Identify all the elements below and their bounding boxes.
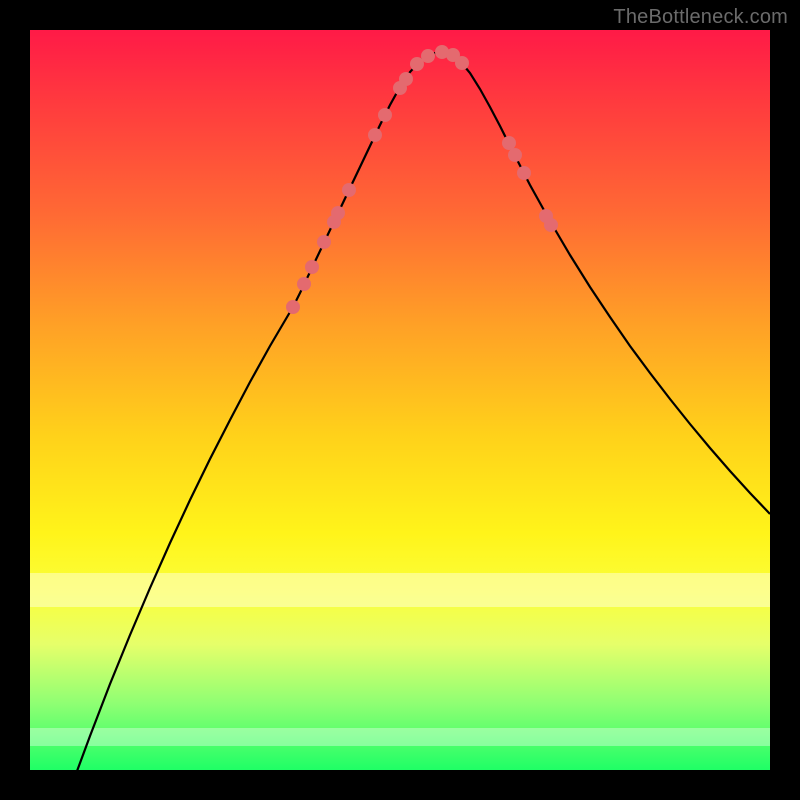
chart-frame: TheBottleneck.com — [0, 0, 800, 800]
curve-dot — [399, 72, 413, 86]
watermark-text: TheBottleneck.com — [613, 6, 788, 29]
curve-dot — [378, 108, 392, 122]
curve-dot — [455, 56, 469, 70]
curve-dot — [544, 218, 558, 232]
plot-area — [30, 30, 770, 770]
curve-dot — [297, 277, 311, 291]
curve-dot — [331, 206, 345, 220]
curve-dot — [317, 235, 331, 249]
curve-dot — [286, 300, 300, 314]
curve-dot — [508, 148, 522, 162]
curve-dot — [368, 128, 382, 142]
curve-markers — [286, 45, 558, 314]
curve-dot — [421, 49, 435, 63]
curve-dot — [305, 260, 319, 274]
chart-svg — [30, 30, 770, 770]
bottleneck-curve — [70, 52, 770, 790]
curve-dot — [502, 136, 516, 150]
curve-dot — [517, 166, 531, 180]
curve-dot — [342, 183, 356, 197]
